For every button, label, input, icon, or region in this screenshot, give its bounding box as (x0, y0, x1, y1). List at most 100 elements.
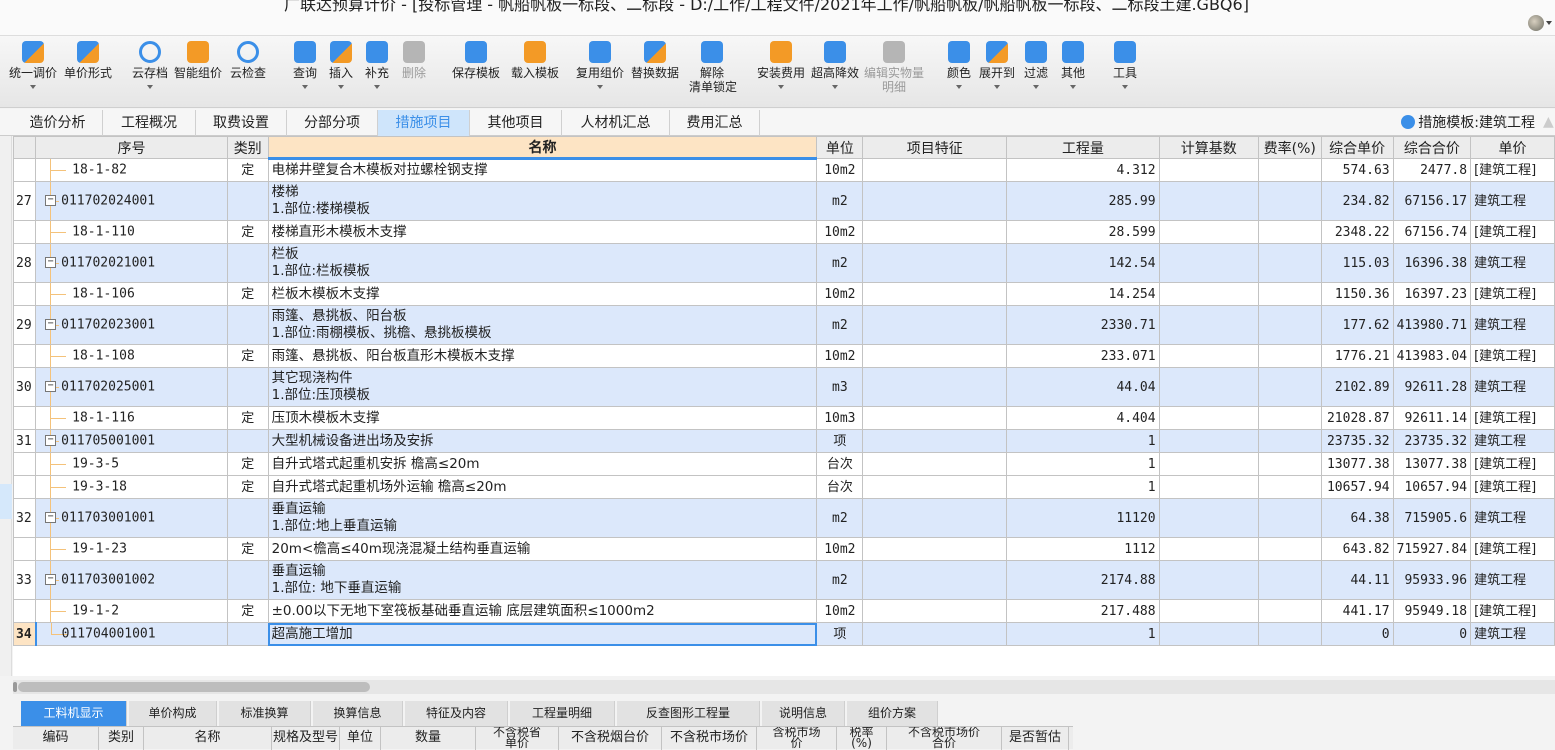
rate-cell[interactable] (1257, 537, 1322, 561)
feature-cell[interactable] (862, 282, 1008, 306)
name-cell[interactable]: 楼梯直形木模板木支撑 (267, 220, 818, 244)
feature-cell[interactable] (862, 367, 1008, 407)
profession-cell[interactable]: 建筑工程 (1470, 622, 1555, 646)
template-info[interactable]: 措施模板:建筑工程 (1401, 112, 1535, 132)
type-header[interactable]: 类别 (226, 136, 269, 159)
quantity-cell[interactable]: 14.254 (1006, 282, 1160, 306)
quantity-header[interactable]: 工程量 (1006, 136, 1160, 159)
profession-cell[interactable]: 建筑工程 (1470, 560, 1555, 600)
unit-price-cell[interactable]: 23735.32 (1320, 429, 1394, 453)
toolbar-button-delete[interactable]: 删除 (400, 41, 428, 80)
rate-cell[interactable] (1257, 367, 1322, 407)
detail-tab-2[interactable]: 标准换算 (219, 701, 311, 726)
detail-tab-3[interactable]: 换算信息 (313, 701, 403, 726)
rate-cell[interactable] (1257, 475, 1322, 499)
unit-price-header[interactable]: 综合单价 (1320, 136, 1394, 159)
base-header[interactable]: 计算基数 (1158, 136, 1259, 159)
profession-cell[interactable]: 建筑工程 (1470, 367, 1555, 407)
scroll-left-icon[interactable] (13, 682, 17, 692)
unit-cell[interactable]: 项 (816, 622, 864, 646)
unit-cell[interactable]: 10m3 (816, 406, 864, 430)
quantity-cell[interactable]: 28.599 (1006, 220, 1160, 244)
dropdown-caret-icon[interactable] (994, 85, 1000, 89)
code-cell[interactable]: −011702024001 (35, 181, 228, 221)
collapse-icon[interactable]: − (45, 574, 57, 585)
feature-cell[interactable] (862, 429, 1008, 453)
feature-cell[interactable] (862, 406, 1008, 430)
detail-column-header[interactable]: 不含税省 单价 (476, 727, 559, 750)
row-number[interactable] (13, 599, 37, 623)
base-cell[interactable] (1158, 220, 1259, 244)
profession-cell[interactable]: 建筑工程 (1470, 305, 1555, 345)
type-cell[interactable] (226, 560, 269, 600)
unit-cell[interactable]: m2 (816, 181, 864, 221)
base-cell[interactable] (1158, 367, 1259, 407)
name-cell[interactable]: 楼梯 1.部位:楼梯模板 (267, 181, 818, 221)
dropdown-caret-icon[interactable] (1070, 85, 1076, 89)
base-cell[interactable] (1158, 243, 1259, 283)
tab-7[interactable]: 费用汇总 (670, 110, 760, 136)
row-number[interactable]: 29 (13, 305, 37, 345)
unit-price-cell[interactable]: 0 (1320, 622, 1394, 646)
feature-cell[interactable] (862, 220, 1008, 244)
toolbar-button-other[interactable]: 其他 (1058, 41, 1088, 89)
row-number[interactable]: 28 (13, 243, 37, 283)
quantity-cell[interactable]: 1112 (1006, 537, 1160, 561)
name-cell[interactable]: 自升式塔式起重机安拆 檐高≤20m (267, 452, 818, 476)
table-row[interactable]: 18-1-116 定压顶木模板木支撑 10m3 4.404 21028.87 92611.… (13, 406, 1555, 430)
collapse-icon[interactable]: − (45, 435, 57, 446)
row-number[interactable]: 33 (13, 560, 37, 600)
unit-price-cell[interactable]: 643.82 (1320, 537, 1394, 561)
detail-tab-8[interactable]: 组价方案 (847, 701, 938, 726)
name-cell[interactable]: 自升式塔式起重机场外运输 檐高≤20m (267, 475, 818, 499)
detail-column-header[interactable]: 不含税烟台价 (559, 727, 662, 750)
base-cell[interactable] (1158, 429, 1259, 453)
base-cell[interactable] (1158, 622, 1259, 646)
tab-1[interactable]: 工程概况 (103, 110, 196, 136)
base-cell[interactable] (1158, 305, 1259, 345)
toolbar-button-tools[interactable]: 工具 (1110, 41, 1140, 89)
table-row[interactable]: 18-1-108 定雨篷、悬挑板、阳台板直形木模板木支撑 10m2 233.071 17… (13, 344, 1555, 368)
quantity-cell[interactable]: 1 (1006, 475, 1160, 499)
unit-price-cell[interactable]: 574.63 (1320, 158, 1394, 182)
rate-cell[interactable] (1257, 158, 1322, 182)
collapse-icon[interactable]: − (45, 257, 57, 268)
quantity-cell[interactable]: 4.404 (1006, 406, 1160, 430)
unit-cell[interactable]: 10m2 (816, 537, 864, 561)
unit-cell[interactable]: 10m2 (816, 158, 864, 182)
name-header[interactable]: 名称 (267, 136, 818, 160)
horizontal-scrollbar[interactable] (13, 680, 1555, 694)
type-cell[interactable]: 定 (226, 599, 269, 623)
type-cell[interactable] (226, 429, 269, 453)
unit-price-cell[interactable]: 13077.38 (1320, 452, 1394, 476)
collapse-up-icon[interactable]: ▲ (1543, 114, 1554, 130)
base-cell[interactable] (1158, 282, 1259, 306)
code-cell[interactable]: 18-1-108 (35, 344, 228, 368)
toolbar-button-unify-price[interactable]: 统一调价 (8, 41, 58, 89)
code-cell[interactable]: 19-1-23 (35, 537, 228, 561)
unit-cell[interactable]: 10m2 (816, 220, 864, 244)
quantity-cell[interactable]: 217.488 (1006, 599, 1160, 623)
code-cell[interactable]: 011704001001 (35, 622, 228, 646)
name-cell[interactable]: 栏板木模板木支撑 (267, 282, 818, 306)
quantity-cell[interactable]: 2330.71 (1006, 305, 1160, 345)
detail-column-header[interactable]: 数量 (381, 727, 476, 750)
rate-cell[interactable] (1257, 560, 1322, 600)
rate-cell[interactable] (1257, 599, 1322, 623)
unit-cell[interactable]: m2 (816, 243, 864, 283)
toolbar-button-unlock[interactable]: 解除 清单锁定 (689, 41, 737, 94)
base-cell[interactable] (1158, 498, 1259, 538)
detail-tab-0[interactable]: 工料机显示 (21, 701, 127, 726)
quantity-cell[interactable]: 4.312 (1006, 158, 1160, 182)
quantity-cell[interactable]: 233.071 (1006, 344, 1160, 368)
feature-cell[interactable] (862, 305, 1008, 345)
unit-price-cell[interactable]: 1150.36 (1320, 282, 1394, 306)
rate-cell[interactable] (1257, 305, 1322, 345)
code-header[interactable]: 序号 (35, 136, 228, 159)
rate-cell[interactable] (1257, 220, 1322, 244)
tab-5[interactable]: 其他项目 (470, 110, 562, 136)
row-number[interactable]: 34 (13, 622, 37, 646)
quantity-cell[interactable]: 2174.88 (1006, 560, 1160, 600)
rate-cell[interactable] (1257, 622, 1322, 646)
base-cell[interactable] (1158, 158, 1259, 182)
